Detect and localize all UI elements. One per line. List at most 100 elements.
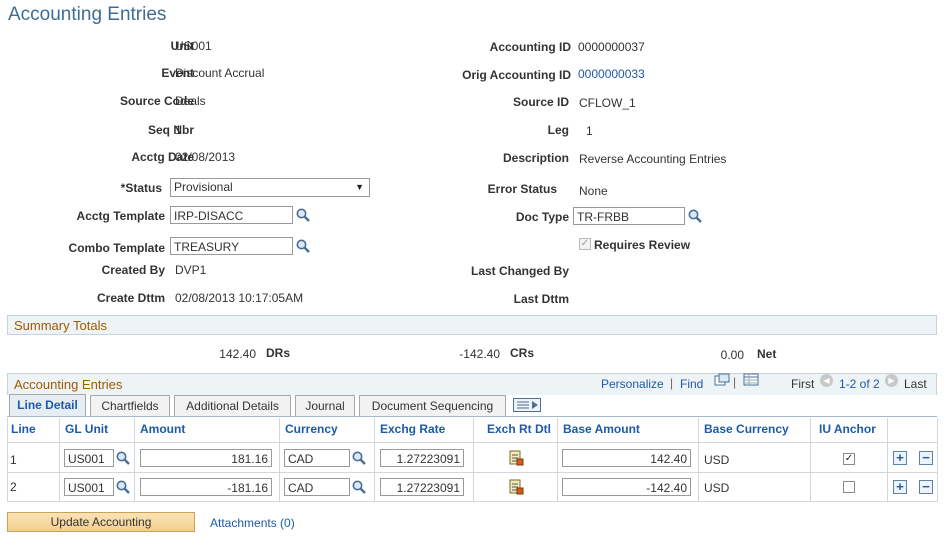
combo-template-input[interactable]: TREASURY	[170, 237, 293, 255]
separator-2: |	[733, 375, 737, 389]
column-header-currency[interactable]: Currency	[285, 422, 338, 436]
row-2-line: 2	[10, 480, 17, 494]
row-1-base-amount-input[interactable]: 142.40	[562, 449, 691, 467]
last-dttm-label: Last Dttm	[513, 292, 569, 306]
net-value: 0.00	[720, 348, 744, 362]
description-value: Reverse Accounting Entries	[579, 152, 727, 166]
unit-value: US001	[175, 39, 212, 53]
status-label: *Status	[120, 181, 162, 195]
row-2-base-amount-input[interactable]: -142.40	[562, 478, 691, 496]
column-header-gl-unit[interactable]: GL Unit	[65, 422, 108, 436]
row-2-iu-anchor-checkbox[interactable]	[843, 481, 855, 493]
requires-review-checkbox: ✓	[579, 238, 591, 250]
column-header-base-amount[interactable]: Base Amount	[563, 422, 640, 436]
column-header-amount[interactable]: Amount	[140, 422, 185, 436]
doc-type-input[interactable]: TR-FRBB	[573, 207, 685, 225]
chevron-down-icon: ▼	[355, 182, 364, 192]
combo-template-label: Combo Template	[68, 241, 165, 255]
row-1-gl-unit-input[interactable]: US001	[64, 449, 114, 467]
separator: |	[670, 376, 674, 390]
last-changed-by-label: Last Changed By	[470, 264, 569, 278]
attachments-link[interactable]: Attachments (0)	[210, 516, 295, 530]
description-label: Description	[502, 151, 569, 165]
source-id-value: CFLOW_1	[579, 96, 636, 110]
accounting-entries-title: Accounting Entries	[14, 377, 123, 392]
first-label: First	[791, 377, 815, 391]
crs-label: CRs	[510, 346, 535, 360]
create-dttm-value: 02/08/2013 10:17:05AM	[175, 291, 304, 305]
summary-totals-header: Summary Totals	[7, 315, 937, 335]
view-all-icon[interactable]	[714, 373, 730, 387]
column-header-exch-rt-dtl[interactable]: Exch Rt Dtl	[487, 422, 551, 436]
find-link[interactable]: Find	[680, 377, 703, 391]
tab-chartfields[interactable]: Chartfields	[90, 395, 170, 416]
error-status-label: Error Status	[487, 182, 557, 196]
last-label: Last	[904, 377, 927, 391]
requires-review-label: Requires Review	[594, 238, 691, 252]
search-icon[interactable]	[351, 450, 367, 466]
delete-row-icon[interactable]: −	[919, 480, 933, 494]
doc-type-label: Doc Type	[515, 210, 569, 224]
row-2-exchg-rate-input[interactable]: 1.27223091	[380, 478, 464, 496]
add-row-icon[interactable]: +	[893, 451, 907, 465]
download-grid-icon[interactable]	[743, 373, 759, 386]
row-2-amount-input[interactable]: -181.16	[140, 478, 272, 496]
row-1-exchg-rate-input[interactable]: 1.27223091	[380, 449, 464, 467]
created-by-label: Created By	[101, 263, 165, 277]
column-header-exchg-rate[interactable]: Exchg Rate	[380, 422, 445, 436]
add-row-icon[interactable]: +	[893, 480, 907, 494]
row-1-base-currency: USD	[704, 453, 730, 467]
row-2-currency-input[interactable]: CAD	[284, 478, 350, 496]
tab-journal[interactable]: Journal	[295, 395, 355, 416]
leg-label: Leg	[547, 123, 569, 137]
status-select[interactable]: Provisional ▼	[170, 178, 370, 197]
previous-arrow-icon[interactable]: ◀	[820, 374, 833, 387]
search-icon[interactable]	[295, 238, 311, 254]
row-2-base-currency: USD	[704, 481, 730, 495]
acctg-template-input[interactable]: IRP-DISACC	[170, 206, 293, 224]
status-selected-value: Provisional	[174, 180, 233, 194]
range-label: 1-2 of 2	[839, 377, 880, 391]
source-code-value: Deals	[175, 94, 206, 108]
acctg-template-label: Acctg Template	[76, 209, 165, 223]
search-icon[interactable]	[115, 479, 131, 495]
net-label: Net	[757, 347, 777, 361]
seq-nbr-label: Seq Nbr	[147, 123, 194, 137]
drs-value: 142.40	[219, 347, 256, 361]
acctg-date-value: 02/08/2013	[175, 150, 236, 164]
orig-accounting-id-link[interactable]: 0000000033	[578, 67, 645, 81]
event-value: Discount Accrual	[175, 66, 265, 80]
row-1-line: 1	[10, 453, 17, 467]
personalize-link[interactable]: Personalize	[601, 377, 664, 391]
show-all-columns-icon[interactable]	[513, 398, 541, 412]
row-1-amount-input[interactable]: 181.16	[140, 449, 272, 467]
row-1-currency-input[interactable]: CAD	[284, 449, 350, 467]
tab-line-detail[interactable]: Line Detail	[9, 394, 86, 416]
search-icon[interactable]	[351, 479, 367, 495]
created-by-value: DVP1	[175, 263, 207, 277]
row-2-gl-unit-input[interactable]: US001	[64, 478, 114, 496]
column-header-iu-anchor[interactable]: IU Anchor	[819, 422, 876, 436]
orig-accounting-id-label: Orig Accounting ID	[462, 68, 571, 82]
search-icon[interactable]	[295, 207, 311, 223]
exchange-rate-detail-icon[interactable]	[508, 479, 524, 495]
search-icon[interactable]	[687, 208, 703, 224]
update-accounting-button[interactable]: Update Accounting	[7, 512, 195, 532]
summary-totals-title: Summary Totals	[14, 318, 107, 333]
column-header-line[interactable]: Line	[11, 422, 36, 436]
tab-document-sequencing[interactable]: Document Sequencing	[359, 395, 506, 416]
accounting-id-label: Accounting ID	[489, 40, 571, 54]
leg-value: 1	[586, 124, 593, 138]
error-status-value: None	[579, 184, 608, 198]
search-icon[interactable]	[115, 450, 131, 466]
exchange-rate-detail-icon[interactable]	[508, 450, 524, 466]
column-header-base-currency[interactable]: Base Currency	[704, 422, 789, 436]
seq-nbr-value: 1	[175, 123, 182, 137]
delete-row-icon[interactable]: −	[919, 451, 933, 465]
tab-additional-details[interactable]: Additional Details	[174, 395, 291, 416]
crs-value: -142.40	[459, 347, 500, 361]
drs-label: DRs	[266, 346, 291, 360]
next-arrow-icon[interactable]: ▶	[885, 374, 898, 387]
row-1-iu-anchor-checkbox[interactable]: ✓	[843, 453, 855, 465]
accounting-id-value: 0000000037	[578, 40, 645, 54]
